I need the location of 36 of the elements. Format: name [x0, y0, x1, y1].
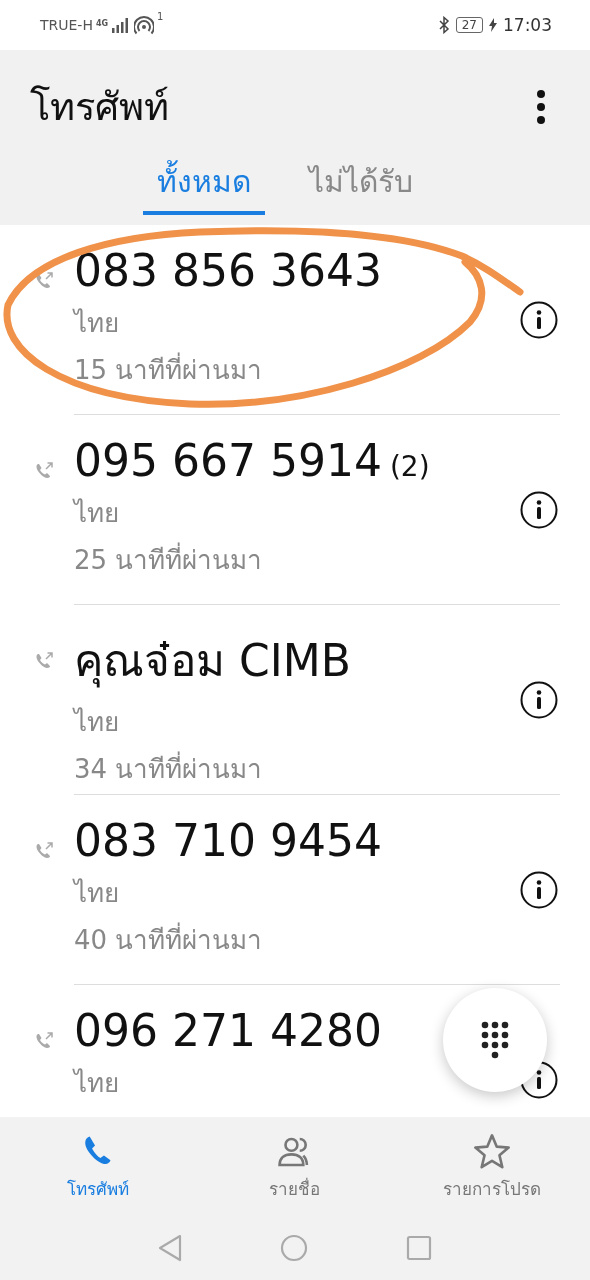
contact-name: คุณจ๋อม CIMB — [74, 634, 351, 690]
battery-indicator: 27 — [455, 16, 483, 33]
clock-time: 17:03 — [503, 14, 552, 35]
hotspot-count: 1 — [157, 10, 164, 22]
info-icon[interactable] — [520, 681, 558, 720]
call-location: ไทย — [74, 307, 119, 341]
info-icon[interactable] — [520, 871, 558, 910]
tab[interactable]: ไม่ได้รับ — [295, 157, 427, 215]
call-location: ไทย — [74, 497, 119, 531]
call-location: ไทย — [74, 706, 119, 740]
contact-name: 096 271 4280 — [74, 1005, 382, 1057]
network-type: 4G — [95, 18, 109, 28]
call-time: 40 นาทีที่ผ่านมา — [74, 919, 263, 961]
tab[interactable]: ทั้งหมด — [143, 157, 265, 215]
contact-name: 083 856 3643 — [74, 245, 382, 297]
info-icon[interactable] — [520, 491, 558, 530]
contact-name: 083 710 9454 — [74, 815, 382, 867]
nav-tab[interactable]: รายชื่อ — [215, 1133, 375, 1203]
more-options-icon[interactable] — [536, 88, 546, 125]
carrier-name: TRUE-H — [40, 16, 93, 33]
nav-tab[interactable]: รายการโปรด — [411, 1133, 572, 1203]
hotspot-icon — [134, 14, 155, 35]
star-icon — [472, 1133, 511, 1172]
nav-tab[interactable]: โทรศัพท์ — [18, 1133, 179, 1203]
dialpad-icon — [481, 1021, 509, 1060]
call-time: 15 นาทีที่ผ่านมา — [74, 349, 263, 391]
app-title: โทรศัพท์ — [30, 84, 169, 132]
bluetooth-icon — [437, 15, 450, 34]
call-location: ไทย — [74, 1067, 119, 1101]
call-time: 25 นาทีที่ผ่านมา — [74, 539, 263, 581]
call-location: ไทย — [74, 877, 119, 911]
call-count: (2) — [389, 450, 430, 484]
dialpad-button[interactable] — [443, 988, 547, 1093]
contact-name: 095 667 5914 — [74, 435, 382, 487]
info-icon[interactable] — [520, 301, 558, 340]
call-time: 34 นาทีที่ผ่านมา — [74, 748, 263, 790]
